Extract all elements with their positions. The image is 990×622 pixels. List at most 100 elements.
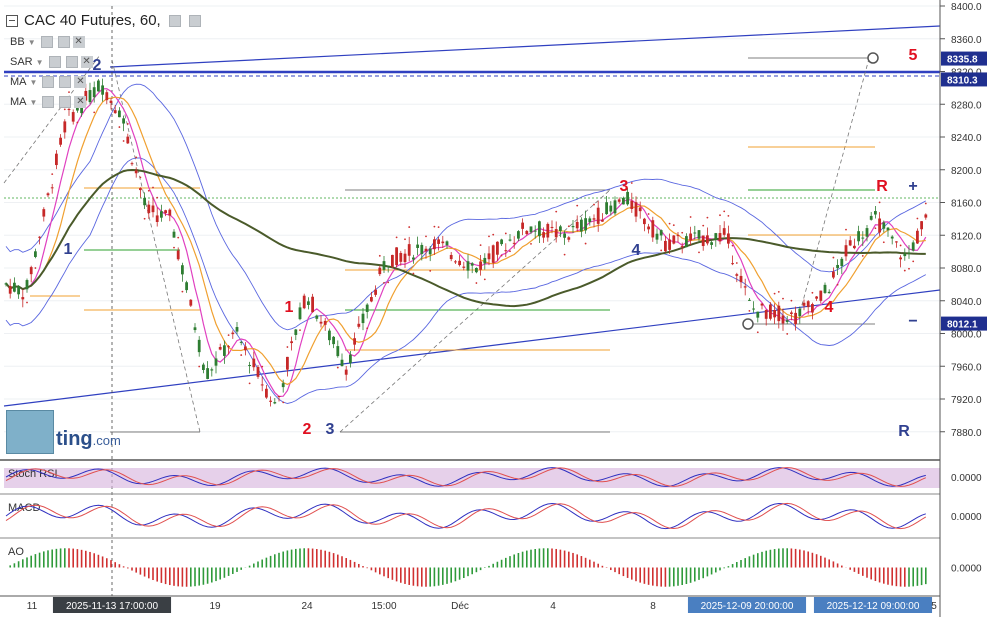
- close-icon[interactable]: ✕: [74, 76, 87, 88]
- candle-body: [319, 321, 323, 324]
- candle-body: [151, 205, 155, 213]
- sar-dot: [488, 235, 490, 238]
- candle-body: [886, 227, 890, 231]
- candle-body: [281, 383, 285, 388]
- sar-dot: [299, 329, 301, 332]
- y-tick-label: 8360.0: [951, 35, 982, 46]
- candle-body: [67, 109, 71, 111]
- sar-dot: [756, 331, 759, 334]
- candle-body: [672, 235, 676, 244]
- gear-icon[interactable]: [65, 56, 78, 68]
- candle-body: [361, 313, 365, 324]
- candle-body: [353, 338, 356, 345]
- y-tick-label: 8160.0: [951, 199, 982, 210]
- y-tick-label: 7920.0: [951, 395, 982, 406]
- chart-canvas[interactable]: 1212 33445R +−R Stoch RSIMACDAO 8400.08360…: [0, 0, 990, 617]
- eye-icon[interactable]: [48, 56, 61, 68]
- sar-dot: [63, 108, 66, 111]
- candle-body: [647, 226, 650, 230]
- candle-body: [130, 163, 134, 165]
- candle-body: [63, 121, 67, 133]
- candle-body: [160, 211, 163, 218]
- wave-dash: [799, 54, 871, 313]
- candle-body: [25, 280, 29, 290]
- gear-icon[interactable]: [188, 14, 201, 27]
- candle-body: [748, 299, 751, 301]
- candle-body: [445, 241, 449, 246]
- collapse-icon[interactable]: [6, 14, 18, 27]
- candle-body: [924, 214, 928, 218]
- candle-body: [680, 246, 684, 248]
- candle-body: [676, 235, 680, 237]
- candle-body: [336, 346, 340, 357]
- candle-body: [189, 299, 193, 306]
- candle-body: [302, 295, 306, 309]
- candle-body: [605, 202, 608, 215]
- close-icon[interactable]: ✕: [80, 56, 93, 68]
- candle-body: [727, 233, 730, 244]
- candle-body: [458, 260, 461, 266]
- candle-body: [554, 229, 558, 238]
- candle-body: [210, 369, 214, 371]
- mascot-image: [6, 410, 54, 454]
- ma-mid: [5, 96, 926, 386]
- anchor-circle: [742, 318, 754, 330]
- candle-body: [500, 239, 503, 245]
- candle-body: [739, 275, 743, 283]
- candle-body: [4, 283, 8, 285]
- sar-dot: [878, 201, 881, 204]
- eye-icon[interactable]: [42, 96, 55, 108]
- close-icon[interactable]: ✕: [74, 96, 87, 108]
- candle-body: [311, 296, 314, 313]
- indicator-ma-2[interactable]: MA ▼ ✕: [10, 96, 87, 108]
- candle-body: [118, 110, 121, 118]
- sar-dot: [916, 217, 919, 220]
- wave-label: −: [908, 313, 917, 330]
- eye-icon[interactable]: [40, 36, 53, 48]
- sar-dot: [782, 297, 784, 300]
- chevron-down-icon[interactable]: ▼: [28, 38, 36, 47]
- y-tick-label: 8240.0: [951, 133, 982, 144]
- candle-body: [869, 215, 873, 220]
- indicator-bb[interactable]: BB ▼ ✕: [10, 36, 85, 48]
- sar-dot: [437, 226, 440, 229]
- candle-body: [685, 236, 688, 248]
- sar-dot: [492, 233, 495, 236]
- candle-body: [134, 170, 138, 174]
- candle-body: [794, 312, 797, 325]
- candle-body: [386, 265, 390, 267]
- candle-body: [529, 226, 533, 233]
- close-icon[interactable]: ✕: [72, 36, 85, 48]
- sar-dot: [723, 210, 726, 213]
- candle-body: [504, 250, 508, 252]
- candle-body: [769, 304, 772, 319]
- eye-icon[interactable]: [42, 76, 55, 88]
- sar-dot: [126, 122, 129, 125]
- sar-dot: [882, 241, 885, 244]
- eye-icon[interactable]: [168, 14, 181, 27]
- indicator-ma-1[interactable]: MA ▼ ✕: [10, 76, 87, 88]
- gear-icon[interactable]: [57, 36, 70, 48]
- sar-dot: [433, 225, 436, 228]
- candle-body: [466, 261, 470, 271]
- sar-dot: [26, 301, 28, 304]
- chevron-down-icon[interactable]: ▼: [30, 78, 38, 87]
- candle-body: [710, 242, 713, 245]
- chevron-down-icon[interactable]: ▼: [36, 58, 44, 67]
- candle-body: [437, 239, 440, 244]
- chart-root: 1 2 1 2 3 3 4 4 5 R + − R Stoch RSI MACD AO 8400.0 8360…: [0, 0, 990, 617]
- candle-body: [487, 253, 491, 260]
- indicator-sar[interactable]: SAR ▼ ✕: [10, 56, 93, 68]
- chevron-down-icon[interactable]: ▼: [30, 98, 38, 107]
- candle-body: [349, 354, 352, 364]
- gear-icon[interactable]: [59, 76, 72, 88]
- sar-dot: [924, 202, 927, 205]
- candle-body: [773, 310, 776, 318]
- candle-body: [370, 297, 373, 302]
- candle-body: [277, 395, 281, 397]
- sar-dot: [336, 366, 339, 369]
- sar-dot: [412, 272, 415, 275]
- gear-icon[interactable]: [59, 96, 72, 108]
- sar-dot: [139, 176, 142, 179]
- candle-body: [815, 296, 818, 299]
